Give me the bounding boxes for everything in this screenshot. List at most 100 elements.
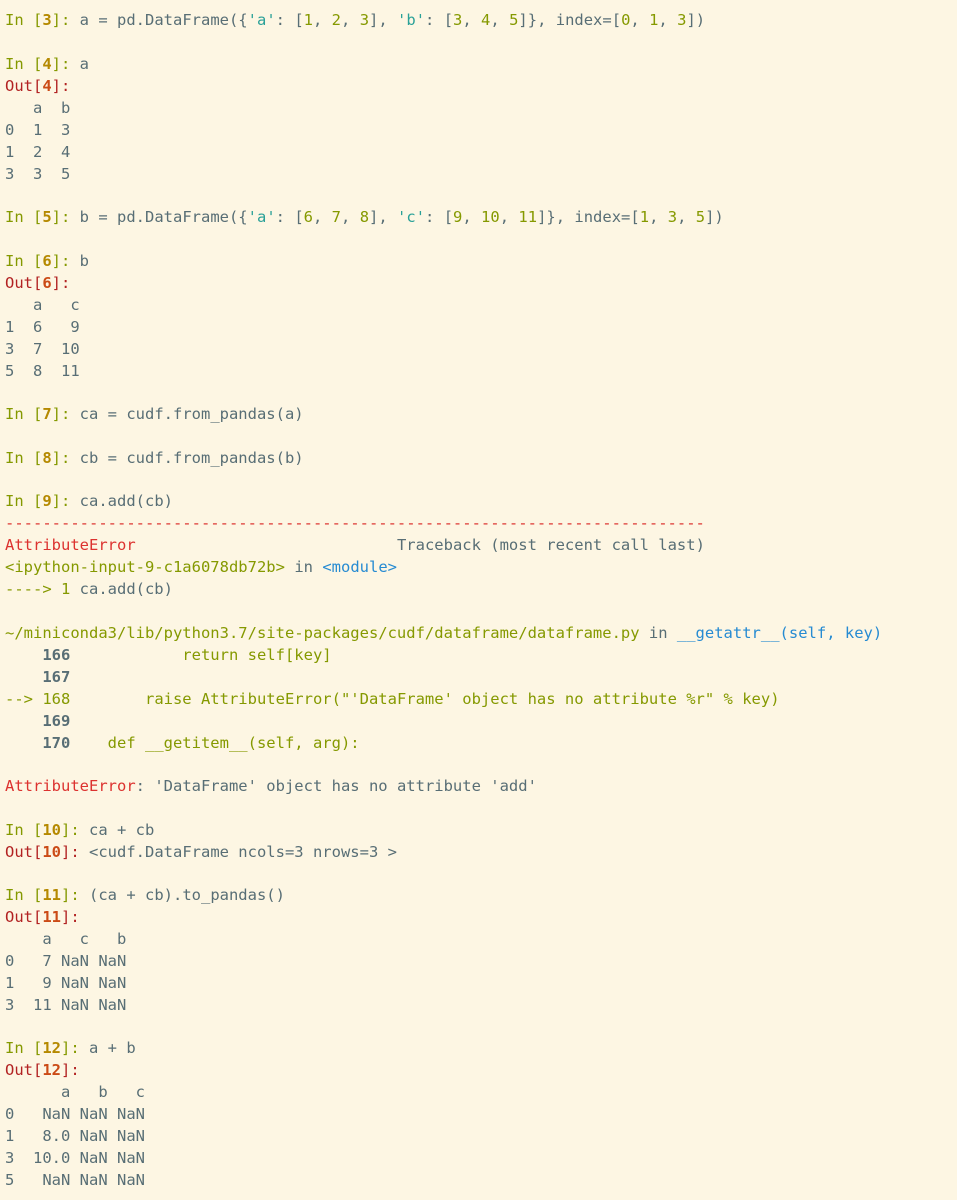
input-line-10: In [10]: ca + cb xyxy=(5,819,154,841)
code: ], xyxy=(369,208,398,226)
code: def __getitem__(self, arg): xyxy=(70,734,360,752)
in-prompt: In [ xyxy=(5,492,43,510)
number: 11 xyxy=(518,208,538,226)
number: 3 xyxy=(359,11,370,29)
source-line-167: 167 xyxy=(5,666,70,688)
number: 9 xyxy=(453,208,463,226)
output-value: <cudf.DataFrame ncols=3 nrows=3 > xyxy=(89,843,397,861)
in-prompt: In [ xyxy=(5,886,43,904)
in-prompt: In [ xyxy=(5,252,43,270)
out-prompt: Out[ xyxy=(5,908,43,926)
string: 'b' xyxy=(397,11,426,29)
in-number: 6 xyxy=(42,252,52,270)
out-number: 12 xyxy=(42,1061,61,1079)
table-row: a c b xyxy=(5,930,127,948)
error-text: : 'DataFrame' object has no attribute 'a… xyxy=(135,777,537,795)
code: b xyxy=(79,252,90,270)
number: 2 xyxy=(331,11,342,29)
table-row: 3 10.0 NaN NaN xyxy=(5,1149,145,1167)
table-row: 0 7 NaN NaN xyxy=(5,952,127,970)
in-keyword: in xyxy=(294,558,313,576)
number: 1 xyxy=(639,208,650,226)
traceback-frame-input: <ipython-input-9-c1a6078db72b> in <modul… xyxy=(5,556,397,578)
table-row: 3 7 10 xyxy=(5,340,80,358)
in-prompt: In [ xyxy=(5,208,43,226)
code: a + b xyxy=(89,1039,136,1057)
module-name: <module> xyxy=(322,558,397,576)
in-prompt: ]: xyxy=(51,252,80,270)
output-prompt-6: Out[6]: xyxy=(5,274,71,292)
number: 1 xyxy=(303,11,313,29)
traceback-frame-file: ~/miniconda3/lib/python3.7/site-packages… xyxy=(5,624,883,642)
error-name: AttributeError xyxy=(5,777,136,795)
input-line-3: In [3]: a = pd.DataFrame({'a': [1, 2, 3]… xyxy=(5,11,706,29)
code: return self[key] xyxy=(70,646,332,664)
input-line-11: In [11]: (ca + cb).to_pandas() xyxy=(5,884,285,906)
input-reference: <ipython-input-9-c1a6078db72b> xyxy=(5,558,285,576)
input-line-4: In [4]: a xyxy=(5,53,89,75)
current-line-arrow: --> 168 xyxy=(5,690,71,708)
input-line-6: In [6]: b xyxy=(5,250,89,272)
output-prompt-12: Out[12]: xyxy=(5,1061,80,1079)
number: 5 xyxy=(509,11,519,29)
table-row: 1 6 9 xyxy=(5,318,80,336)
out-prompt: Out[ xyxy=(5,274,43,292)
source-line-168: --> 168 raise AttributeError("'DataFrame… xyxy=(5,688,780,710)
code: ]}, index=[ xyxy=(518,11,622,29)
traceback-header: AttributeError Traceback (most recent ca… xyxy=(5,534,705,556)
input-line-9: In [9]: ca.add(cb) xyxy=(5,490,173,512)
code: cb = cudf.from_pandas(b) xyxy=(79,449,304,467)
in-prompt: ]: xyxy=(51,492,80,510)
in-prompt: ]: xyxy=(61,821,89,839)
in-prompt: ]: xyxy=(51,405,80,423)
out-number: 11 xyxy=(42,908,61,926)
input-line-8: In [8]: cb = cudf.from_pandas(b) xyxy=(5,447,304,469)
out-prompt: Out[ xyxy=(5,77,43,95)
code: ]) xyxy=(686,11,706,29)
number: 7 xyxy=(331,208,342,226)
table-row: 1 2 4 xyxy=(5,143,71,161)
error-message: AttributeError: 'DataFrame' object has n… xyxy=(5,775,537,797)
in-prompt: In [ xyxy=(5,55,43,73)
out-number: 4 xyxy=(42,77,52,95)
number: 4 xyxy=(481,11,491,29)
code: ], xyxy=(369,11,398,29)
in-prompt: ]: xyxy=(51,449,80,467)
output-prompt-4: Out[4]: xyxy=(5,77,71,95)
table-row: 1 8.0 NaN NaN xyxy=(5,1127,145,1145)
ipython-console[interactable]: In [3]: a = pd.DataFrame({'a': [1, 2, 3]… xyxy=(0,0,957,1200)
in-prompt: In [ xyxy=(5,449,43,467)
code: (ca + cb).to_pandas() xyxy=(89,886,285,904)
number: 6 xyxy=(303,208,313,226)
in-number: 5 xyxy=(42,208,52,226)
in-prompt: ]: xyxy=(61,886,89,904)
table-row: 3 3 5 xyxy=(5,165,71,183)
number: 10 xyxy=(481,208,500,226)
code: : [ xyxy=(275,11,304,29)
number: 3 xyxy=(667,208,678,226)
in-number: 8 xyxy=(42,449,52,467)
code: ]) xyxy=(705,208,724,226)
code: ca.add(cb) xyxy=(79,492,173,510)
code: b = pd.DataFrame({ xyxy=(79,208,248,226)
input-line-12: In [12]: a + b xyxy=(5,1037,136,1059)
number: 3 xyxy=(453,11,463,29)
table-row: 0 1 3 xyxy=(5,121,71,139)
table-row: 5 8 11 xyxy=(5,362,80,380)
table-row: a b xyxy=(5,99,71,117)
line-number: 167 xyxy=(42,668,71,686)
out-prompt: ]: xyxy=(61,843,89,861)
table-row: a b c xyxy=(5,1083,145,1101)
input-line-5: In [5]: b = pd.DataFrame({'a': [6, 7, 8]… xyxy=(5,208,724,226)
input-line-7: In [7]: ca = cudf.from_pandas(a) xyxy=(5,403,304,425)
in-number: 3 xyxy=(42,11,52,29)
string: 'a' xyxy=(247,11,276,29)
number: 8 xyxy=(359,208,370,226)
out-prompt: Out[ xyxy=(5,1061,43,1079)
code: ca + cb xyxy=(89,821,155,839)
line-number: 169 xyxy=(42,712,71,730)
function-name: __getattr__(self, key) xyxy=(676,624,883,642)
out-prompt: Out[ xyxy=(5,843,43,861)
source-line-169: 169 xyxy=(5,710,70,732)
source-line-170: 170 def __getitem__(self, arg): xyxy=(5,732,360,754)
